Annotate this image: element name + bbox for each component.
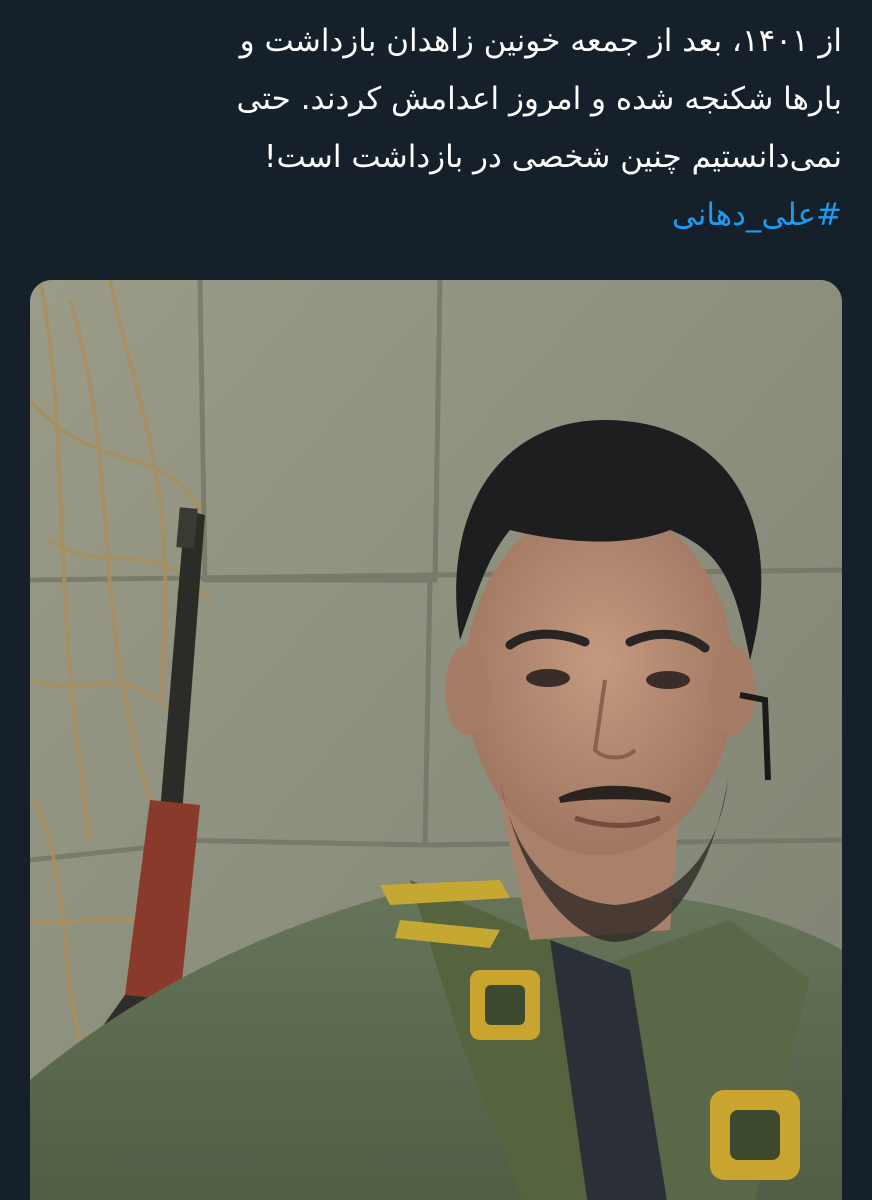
photo-illustration — [30, 280, 842, 1200]
ear-right — [711, 645, 755, 735]
face — [465, 505, 735, 855]
eye-right — [646, 671, 690, 689]
tweet-photo[interactable] — [30, 280, 842, 1200]
tweet-text: از ۱۴۰۱، بعد از جمعه خونین زاهدان بازداش… — [30, 12, 842, 244]
tweet-card: از ۱۴۰۱، بعد از جمعه خونین زاهدان بازداش… — [0, 0, 872, 1200]
tweet-text-line: از ۱۴۰۱، بعد از جمعه خونین زاهدان بازداش… — [239, 23, 842, 59]
collar-badge-left — [470, 970, 540, 1040]
ear-left — [445, 645, 489, 735]
tweet-text-line: نمی‌دانستیم چنین شخصی در بازداشت است! — [264, 139, 842, 175]
eye-left — [526, 669, 570, 687]
collar-badge-right — [710, 1090, 800, 1180]
tweet-text-line: بارها شکنجه شده و امروز اعدامش کردند. حت… — [236, 81, 842, 117]
hashtag-link[interactable]: #علی_دهانی — [30, 186, 842, 244]
